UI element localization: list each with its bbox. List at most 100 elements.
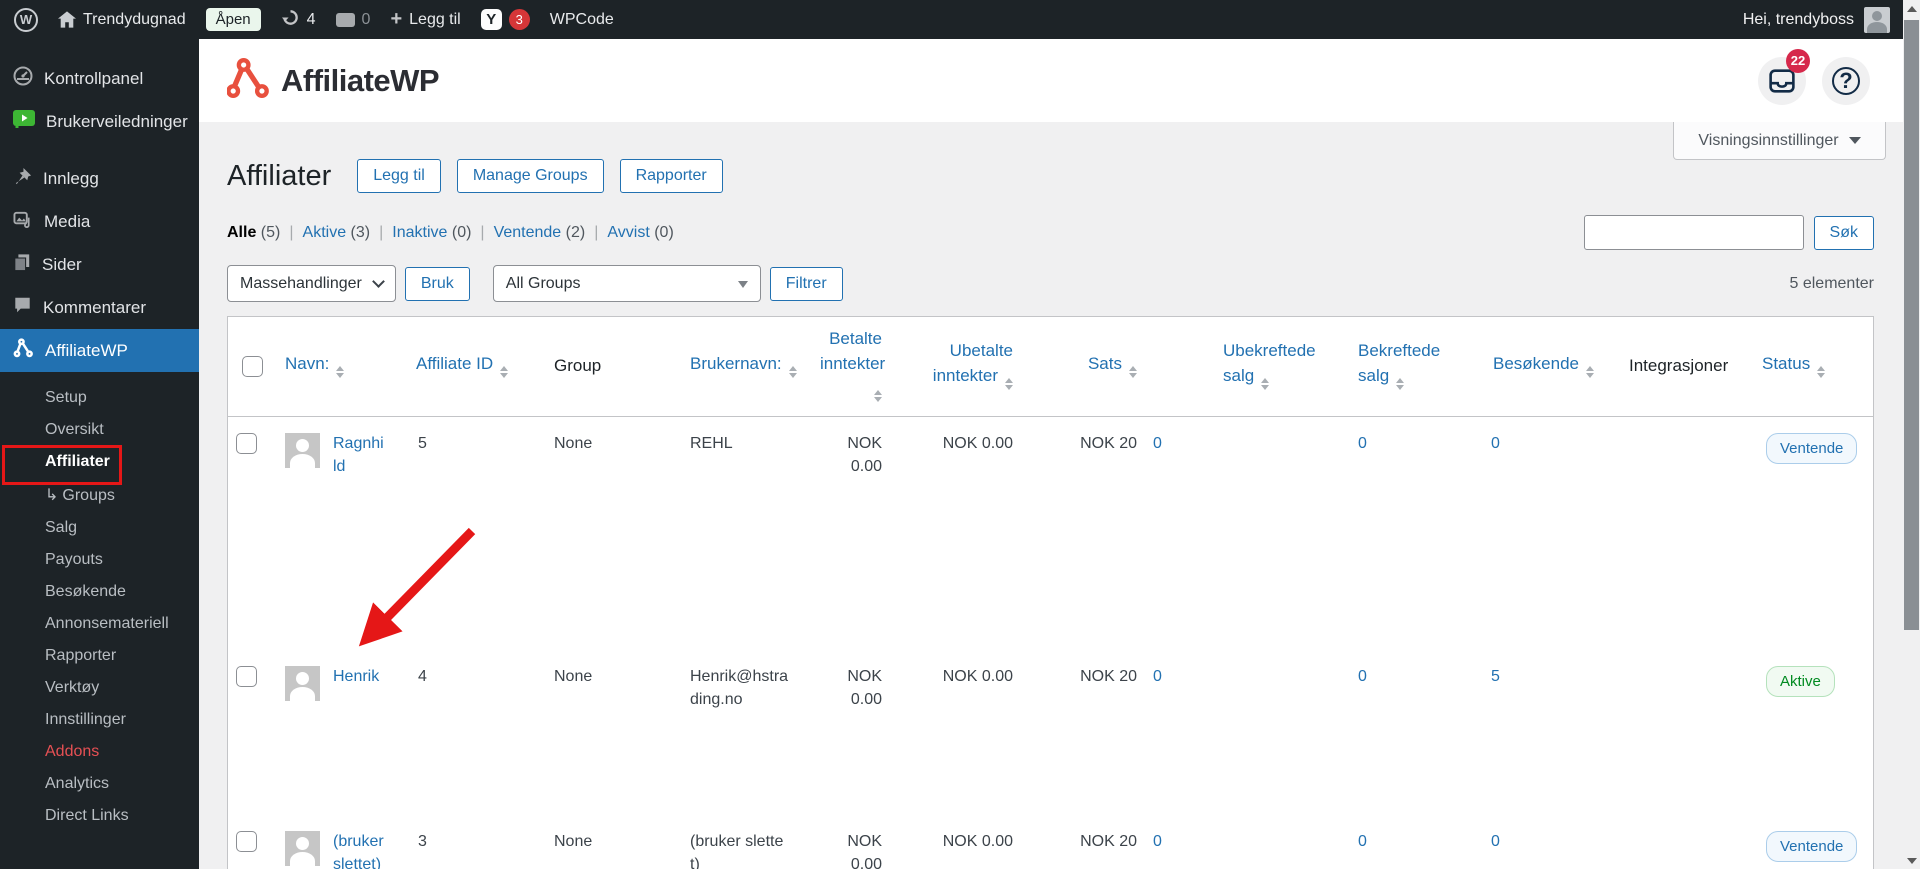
sort-unpaid-earnings-link[interactable]: Ubetalte inntekter <box>933 341 1013 385</box>
account-greeting[interactable]: Hei, trendyboss <box>1743 11 1854 29</box>
sort-rate-link[interactable]: Sats <box>1088 354 1122 373</box>
submenu-affiliates[interactable]: Affiliater <box>0 446 199 478</box>
select-all-checkbox[interactable] <box>242 356 263 378</box>
chevron-down-icon <box>1848 137 1861 150</box>
sidebar-item-comments[interactable]: Kommentarer <box>0 286 199 329</box>
sidebar-item-pages[interactable]: Sider <box>0 243 199 286</box>
filter-all-link[interactable]: Alle <box>227 224 256 241</box>
submenu-referrals[interactable]: Salg <box>0 512 199 544</box>
help-button[interactable] <box>1822 56 1870 105</box>
cell-rate: NOK 20 <box>1080 435 1137 453</box>
sort-arrows-icon <box>1129 362 1137 382</box>
plus-icon: + <box>390 8 403 30</box>
unconfirmed-count-link[interactable]: 0 <box>1153 833 1162 850</box>
sidebar-item-user-guides[interactable]: Brukerveiledninger <box>0 100 199 143</box>
affiliatewp-header: AffiliateWP 22 <box>199 39 1920 122</box>
reports-button[interactable]: Rapporter <box>619 159 723 193</box>
confirmed-count-link[interactable]: 0 <box>1358 668 1367 685</box>
cell-affiliate-id: 5 <box>418 435 427 453</box>
row-checkbox[interactable] <box>236 433 257 455</box>
visits-count-link[interactable]: 0 <box>1491 833 1500 850</box>
confirmed-count-link[interactable]: 0 <box>1358 435 1367 452</box>
submenu-settings[interactable]: Innstillinger <box>0 704 199 736</box>
sort-unconfirmed-link[interactable]: Ubekreftede salg <box>1223 341 1316 385</box>
sort-arrows-icon <box>788 362 797 382</box>
new-content-menu[interactable]: + Legg til <box>390 8 460 31</box>
manage-groups-button[interactable]: Manage Groups <box>456 159 604 193</box>
sort-paid-earnings-link[interactable]: Betalte inntekter <box>820 329 885 373</box>
groups-filter-select[interactable]: All Groups <box>492 265 761 302</box>
page-scrollbar[interactable] <box>1903 0 1920 869</box>
submenu-direct-links[interactable]: Direct Links <box>0 800 199 832</box>
affiliate-name-link[interactable]: (bruker slettet) <box>333 831 385 869</box>
column-affiliate-id: Affiliate ID <box>414 342 548 392</box>
filter-inactive-link[interactable]: Inaktive <box>392 224 447 241</box>
comments-menu[interactable]: 0 <box>335 11 370 29</box>
add-new-button[interactable]: Legg til <box>357 159 441 193</box>
sort-arrows-icon <box>874 386 882 406</box>
filter-rejected-link[interactable]: Avvist <box>607 224 649 241</box>
submenu-groups[interactable]: ↳ Groups <box>0 478 199 512</box>
sort-affiliate-id-link[interactable]: Affiliate ID <box>416 354 493 373</box>
affiliatewp-submenu: Setup Oversikt Affiliater ↳ Groups Salg P… <box>0 372 199 832</box>
affiliate-name-link[interactable]: Ragnhild <box>333 433 385 478</box>
cell-group: None <box>554 668 593 686</box>
pin-icon <box>13 167 32 191</box>
submenu-addons[interactable]: Addons <box>0 736 199 768</box>
row-checkbox[interactable] <box>236 666 257 688</box>
scroll-down-button[interactable] <box>1903 852 1920 869</box>
column-status: Status <box>1758 342 1873 392</box>
table-row: Henrik 4 None Henrik@hstrading.no NOK 0.… <box>228 650 1873 815</box>
sort-arrows-icon <box>1817 362 1826 382</box>
branch-arrow-icon: ↳ <box>45 487 59 504</box>
submenu-analytics[interactable]: Analytics <box>0 768 199 800</box>
submenu-reports[interactable]: Rapporter <box>0 640 199 672</box>
submenu-setup[interactable]: Setup <box>0 382 199 414</box>
search-input[interactable] <box>1583 215 1804 250</box>
unconfirmed-count-link[interactable]: 0 <box>1153 668 1162 685</box>
visits-count-link[interactable]: 5 <box>1491 668 1500 685</box>
bulk-actions-select[interactable]: Massehandlinger <box>227 265 396 302</box>
sort-visits-link[interactable]: Besøkende <box>1493 354 1579 373</box>
search-button[interactable]: Søk <box>1813 215 1874 250</box>
table-header-row: Navn: Affiliate ID Group Brukernavn: Bet… <box>228 317 1873 418</box>
sidebar-item-media[interactable]: Media <box>0 200 199 243</box>
submenu-overview[interactable]: Oversikt <box>0 414 199 446</box>
filter-active-link[interactable]: Aktive <box>303 224 347 241</box>
wpcode-menu[interactable]: WPCode <box>550 11 614 29</box>
cell-affiliate-id: 3 <box>418 833 427 851</box>
status-filter-links: Alle (5) | Aktive (3) | Inaktive (0) | V… <box>227 223 674 241</box>
sort-username-link[interactable]: Brukernavn: <box>690 354 782 373</box>
notifications-button[interactable]: 22 <box>1758 48 1810 105</box>
yoast-menu[interactable]: 3 <box>480 9 530 30</box>
screen-options-toggle[interactable]: Visningsinnstillinger <box>1673 122 1886 160</box>
row-checkbox[interactable] <box>236 831 257 853</box>
site-menu[interactable]: Trendydugnad <box>58 11 186 29</box>
apply-button[interactable]: Bruk <box>404 266 470 301</box>
sort-name-link[interactable]: Navn: <box>285 354 329 373</box>
submenu-creatives[interactable]: Annonsemateriell <box>0 608 199 640</box>
column-unpaid-earnings: Ubetalte inntekter <box>890 329 1021 404</box>
visits-count-link[interactable]: 0 <box>1491 435 1500 452</box>
wordpress-logo-icon[interactable] <box>14 7 38 32</box>
sidebar-item-dashboard[interactable]: Kontrollpanel <box>0 57 199 100</box>
filter-button[interactable]: Filtrer <box>769 266 843 301</box>
submenu-tools[interactable]: Verktøy <box>0 672 199 704</box>
unconfirmed-count-link[interactable]: 0 <box>1153 435 1162 452</box>
scrollbar-thumb[interactable] <box>1904 20 1919 630</box>
sort-status-link[interactable]: Status <box>1762 354 1810 373</box>
filter-pending-link[interactable]: Ventende <box>494 224 562 241</box>
sidebar-item-posts[interactable]: Innlegg <box>0 157 199 200</box>
avatar <box>285 831 320 867</box>
updates-menu[interactable]: 4 <box>281 8 316 32</box>
scroll-up-button[interactable] <box>1903 0 1920 17</box>
affiliate-name-link[interactable]: Henrik <box>333 666 379 701</box>
confirmed-count-link[interactable]: 0 <box>1358 833 1367 850</box>
updates-icon <box>281 8 300 32</box>
submenu-payouts[interactable]: Payouts <box>0 544 199 576</box>
user-avatar[interactable] <box>1864 6 1890 33</box>
submenu-visits[interactable]: Besøkende <box>0 576 199 608</box>
sidebar-item-affiliatewp[interactable]: AffiliateWP <box>0 329 199 372</box>
sort-arrows-icon <box>1005 374 1013 394</box>
affiliatewp-icon <box>13 338 34 363</box>
